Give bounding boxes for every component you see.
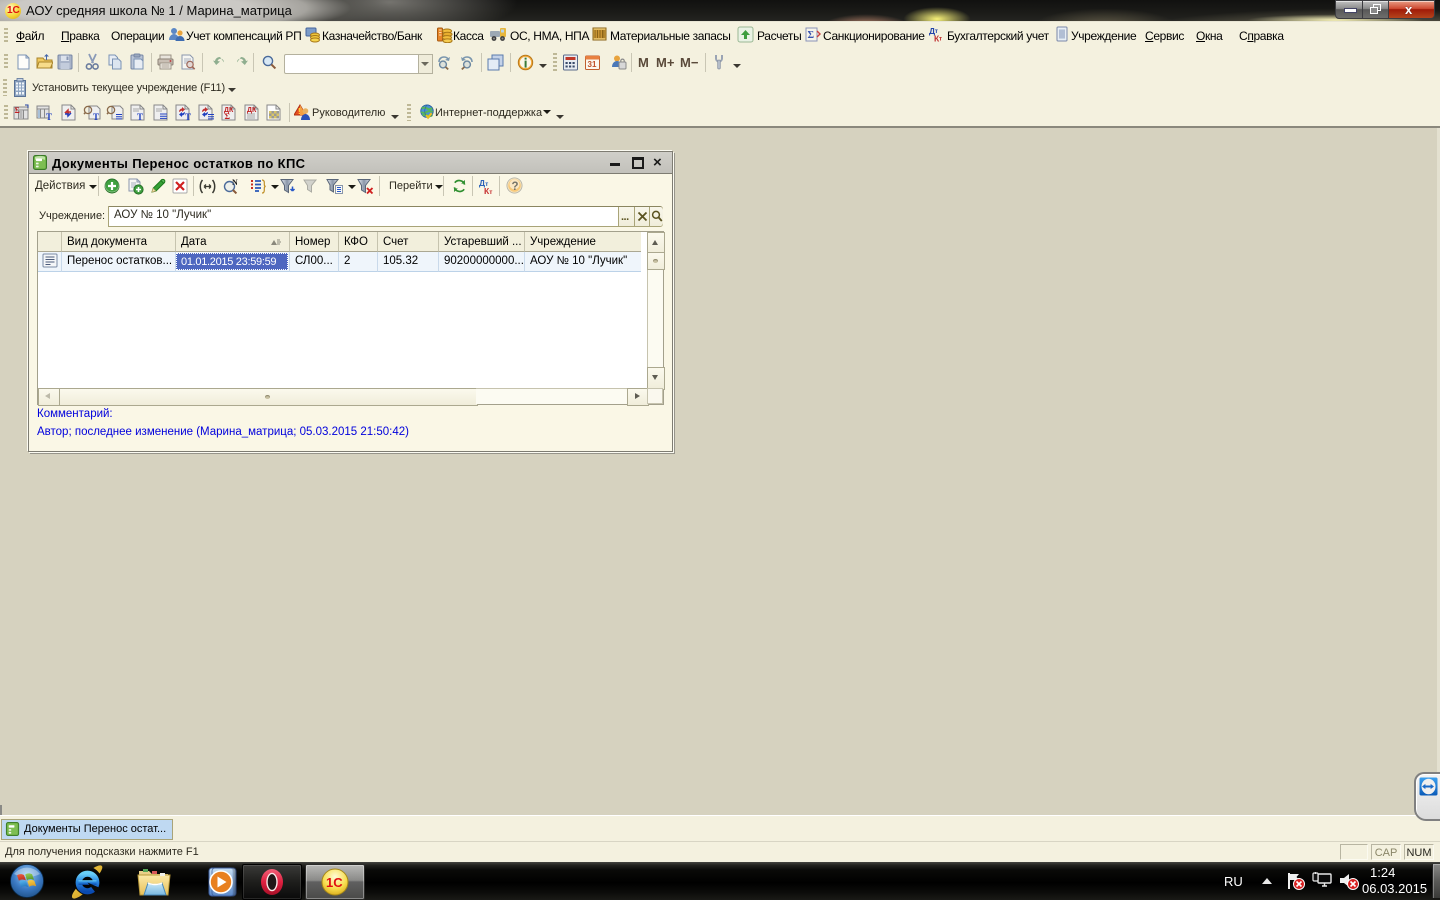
svg-text:31: 31	[588, 60, 597, 69]
svg-text:Кт: Кт	[484, 186, 492, 195]
svg-text:Σ: Σ	[225, 111, 231, 121]
svg-text:!: !	[298, 107, 301, 116]
svg-text:ДК: ДК	[247, 107, 257, 114]
svg-text:T: T	[137, 112, 143, 121]
svg-text:Кт: Кт	[934, 34, 942, 44]
svg-text:T: T	[46, 112, 52, 121]
svg-text:T: T	[93, 112, 99, 121]
svg-text:Σ: Σ	[15, 106, 20, 115]
svg-text:Σ: Σ	[808, 30, 815, 41]
svg-text:1С: 1С	[326, 875, 343, 890]
svg-text:?: ?	[512, 181, 519, 193]
svg-text:N: N	[232, 178, 238, 187]
svg-text:T: T	[185, 112, 191, 121]
